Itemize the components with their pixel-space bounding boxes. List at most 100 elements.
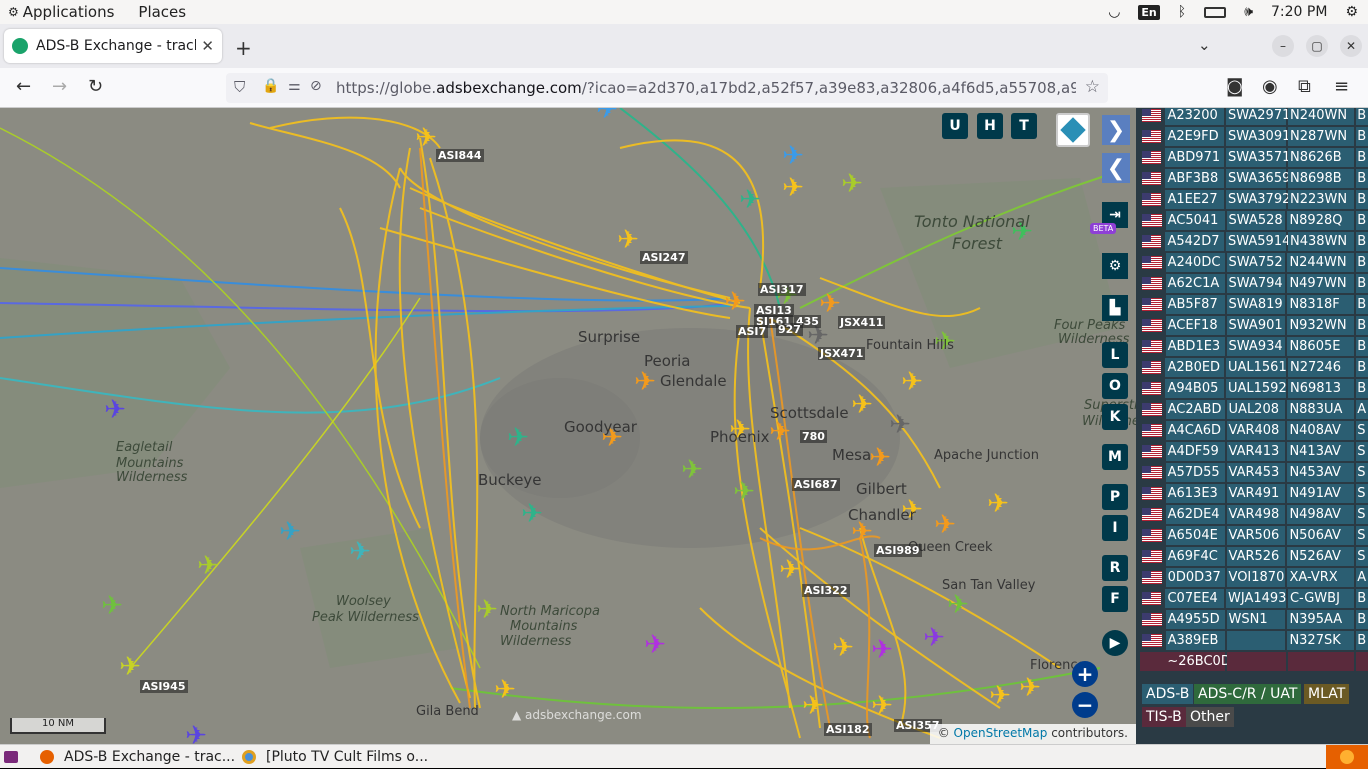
table-row[interactable]: ABD1E3 SWA934 N8605E B <box>1140 336 1368 357</box>
url-text[interactable]: https://globe.adsbexchange.com/?icao=a2d… <box>336 79 1076 97</box>
table-row[interactable]: A240DC SWA752 N244WN B <box>1140 252 1368 273</box>
maximize-button[interactable]: ▢ <box>1306 35 1328 57</box>
aircraft-label[interactable]: ASI7 <box>736 325 769 338</box>
table-row[interactable]: A57D55 VAR453 N453AV S <box>1140 462 1368 483</box>
aircraft-label[interactable]: ASI687 <box>792 478 840 491</box>
account-icon[interactable]: ◉ <box>1262 76 1278 97</box>
table-row[interactable]: A62C1A SWA794 N497WN B <box>1140 273 1368 294</box>
toggle-i-button[interactable]: I <box>1102 515 1128 541</box>
applications-menu[interactable]: ⚙ Applications <box>8 3 114 21</box>
permissions-icon[interactable]: ⚌ <box>288 78 301 94</box>
table-row[interactable]: A2E9FD SWA3091 N287WN B <box>1140 126 1368 147</box>
toggle-l-button[interactable]: L <box>1102 342 1128 368</box>
table-row[interactable]: A4CA6D VAR408 N408AV S <box>1140 420 1368 441</box>
tracking-off-icon[interactable]: ⊘ <box>310 78 322 94</box>
aircraft-label[interactable]: ASI989 <box>874 544 922 557</box>
aircraft-label[interactable]: 927 <box>776 323 803 336</box>
back-arrow-icon[interactable]: ← <box>16 76 31 97</box>
aircraft-label[interactable]: JSX411 <box>838 316 886 329</box>
firefox-launcher-icon[interactable] <box>1326 745 1368 769</box>
toggle-p-button[interactable]: P <box>1102 484 1128 510</box>
bluetooth-icon[interactable]: ᛒ <box>1178 4 1186 20</box>
toggle-k-button[interactable]: K <box>1102 404 1128 430</box>
map-view[interactable]: ✈ ✈ ✈ ✈ ✈ ✈ ✈ ✈ ✈ ✈ ✈ ✈ ✈ ✈ ✈ ✈ ✈ ✈ ✈ ✈ … <box>0 108 1136 744</box>
forward-arrow-icon[interactable]: → <box>52 76 67 97</box>
aircraft-label[interactable]: ASI317 <box>758 283 806 296</box>
menu-hamburger-icon[interactable]: ≡ <box>1334 76 1349 97</box>
aircraft-label[interactable]: ASI945 <box>140 680 188 693</box>
table-row[interactable]: A613E3 VAR491 N491AV S <box>1140 483 1368 504</box>
table-row[interactable]: A4DF59 VAR413 N413AV S <box>1140 441 1368 462</box>
legend-adsb[interactable]: ADS-B <box>1142 684 1194 704</box>
tab-list-chevron-icon[interactable]: ⌄ <box>1198 36 1211 54</box>
wifi-icon[interactable]: ◡ <box>1108 4 1120 20</box>
keyboard-layout[interactable]: En <box>1138 4 1160 20</box>
bookmark-star-icon[interactable]: ☆ <box>1085 77 1100 97</box>
aircraft-label[interactable]: ASI247 <box>640 251 688 264</box>
toggle-f-button[interactable]: F <box>1102 586 1128 612</box>
table-row[interactable]: C07EE4 WJA1493 C-GWBJ B <box>1140 588 1368 609</box>
table-row[interactable]: ABF3B8 SWA3659 N8698B B <box>1140 168 1368 189</box>
show-desktop-icon[interactable] <box>4 745 18 769</box>
aircraft-label[interactable]: ASI182 <box>824 723 872 736</box>
zoom-out-button[interactable]: − <box>1072 692 1098 718</box>
aircraft-label[interactable]: 780 <box>800 430 827 443</box>
legend-other[interactable]: Other <box>1186 707 1234 727</box>
settings-gear-icon[interactable]: ⚙ <box>1102 253 1128 279</box>
table-row[interactable]: A94B05 UAL1592 N69813 B <box>1140 378 1368 399</box>
extensions-icon[interactable]: ⧉ <box>1298 76 1311 97</box>
table-row[interactable]: A542D7 SWA5914 N438WN B <box>1140 231 1368 252</box>
battery-icon[interactable] <box>1204 6 1227 18</box>
new-tab-button[interactable]: + <box>235 36 252 60</box>
toggle-r-button[interactable]: R <box>1102 555 1128 581</box>
collapse-left-chevron-icon[interactable]: ❮ <box>1102 153 1130 183</box>
shield-icon[interactable]: ⛉ <box>234 78 245 96</box>
table-row[interactable]: A2B0ED UAL1561 N27246 B <box>1140 357 1368 378</box>
aircraft-label[interactable]: JSX471 <box>818 347 866 360</box>
table-row[interactable]: A389EB N327SK B <box>1140 630 1368 651</box>
url-bar[interactable]: ⛉ 🔒 ⚌ ⊘ https://globe.adsbexchange.com/?… <box>226 73 1108 103</box>
task-firefox[interactable]: ADS-B Exchange - trac... <box>40 745 235 769</box>
task-chrome[interactable]: [Pluto TV Cult Films o... <box>242 745 428 769</box>
table-row[interactable]: AC5041 SWA528 N8928Q B <box>1140 210 1368 231</box>
toggle-o-button[interactable]: O <box>1102 373 1128 399</box>
table-row[interactable]: 0D0D37 VOI1870 XA-VRX A <box>1140 567 1368 588</box>
table-row[interactable]: ABD971 SWA3571 N8626B B <box>1140 147 1368 168</box>
lock-icon[interactable]: 🔒 <box>262 78 279 94</box>
tab-adsb[interactable]: ADS-B Exchange - track a ✕ <box>4 29 222 63</box>
table-row[interactable]: ACEF18 SWA901 N932WN B <box>1140 315 1368 336</box>
table-row[interactable]: A62DE4 VAR498 N498AV S <box>1140 504 1368 525</box>
table-row[interactable]: A1EE27 SWA3792 N223WN B <box>1140 189 1368 210</box>
clock[interactable]: 7:20 PM <box>1271 4 1327 20</box>
tab-close-icon[interactable]: ✕ <box>201 37 214 55</box>
table-row[interactable]: A6504E VAR506 N506AV S <box>1140 525 1368 546</box>
expand-right-chevron-icon[interactable]: ❯ <box>1102 115 1130 145</box>
osm-link[interactable]: OpenStreetMap <box>954 726 1048 740</box>
zoom-in-button[interactable]: + <box>1072 661 1098 687</box>
table-row[interactable]: ~26BC0D <box>1140 651 1368 672</box>
stats-icon[interactable]: ▙ <box>1102 295 1128 321</box>
table-row[interactable]: A4955D WSN1 N395AA B <box>1140 609 1368 630</box>
places-menu[interactable]: Places <box>138 3 186 21</box>
toggle-u-button[interactable]: U <box>942 113 968 139</box>
close-window-button[interactable]: ✕ <box>1340 35 1362 57</box>
table-row[interactable]: A23200 SWA2971 N240WN B <box>1140 108 1368 126</box>
settings-gear-icon[interactable]: ⚙ <box>1345 4 1358 20</box>
toggle-t-button[interactable]: T <box>1011 113 1037 139</box>
toggle-h-button[interactable]: H <box>977 113 1003 139</box>
pocket-icon[interactable]: ◙ <box>1226 76 1243 97</box>
layers-button[interactable] <box>1056 113 1090 147</box>
volume-icon[interactable]: 🕪 <box>1244 4 1253 20</box>
legend-adsc-uat[interactable]: ADS-C/R / UAT <box>1194 684 1302 704</box>
aircraft-label[interactable]: ASI322 <box>802 584 850 597</box>
table-row[interactable]: A69F4C VAR526 N526AV S <box>1140 546 1368 567</box>
replay-icon[interactable]: ▶ <box>1102 630 1128 656</box>
aircraft-label[interactable]: ASI844 <box>436 149 484 162</box>
toggle-m-button[interactable]: M <box>1102 444 1128 470</box>
minimize-button[interactable]: – <box>1272 35 1294 57</box>
table-row[interactable]: AC2ABD UAL208 N883UA A <box>1140 399 1368 420</box>
legend-tisb[interactable]: TIS-B <box>1142 707 1186 727</box>
legend-mlat[interactable]: MLAT <box>1304 684 1350 704</box>
reload-icon[interactable]: ↻ <box>88 76 103 97</box>
table-row[interactable]: AB5F87 SWA819 N8318F B <box>1140 294 1368 315</box>
